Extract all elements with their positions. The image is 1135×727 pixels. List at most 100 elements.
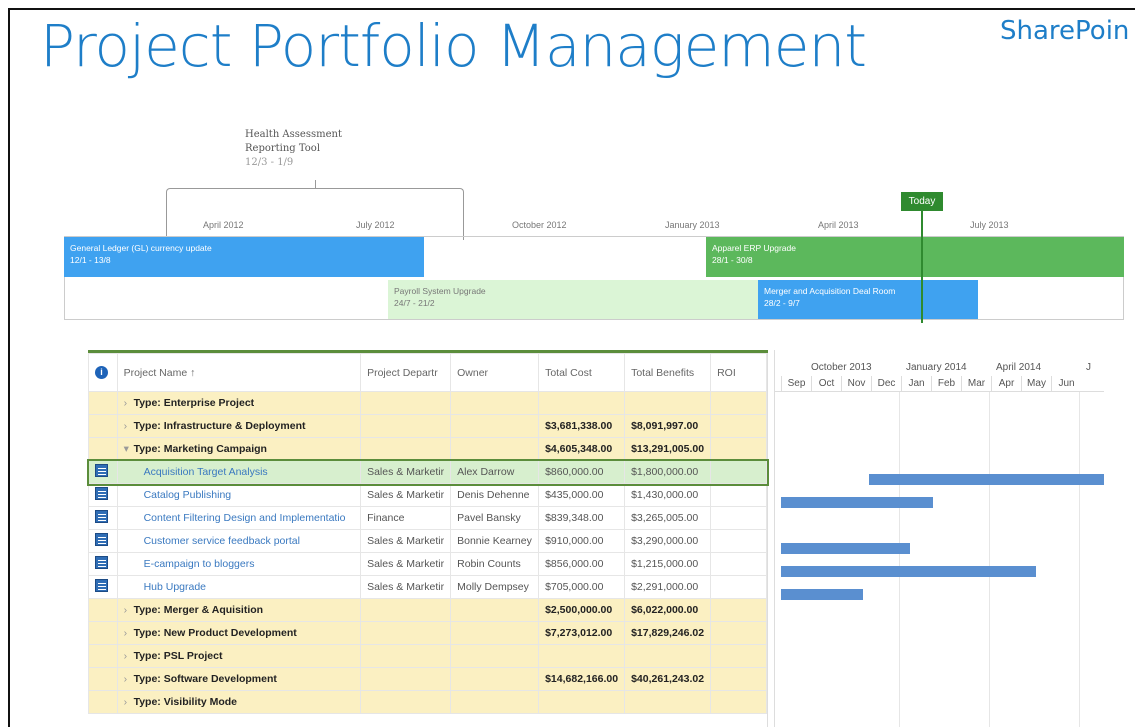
today-marker: Today: [901, 192, 943, 211]
owner-cell: Pavel Bansky: [450, 506, 540, 530]
group-row[interactable]: › Type: Software Development $14,682,166.0…: [88, 667, 767, 691]
project-name-cell[interactable]: E-campaign to bloggers: [116, 552, 362, 576]
total-cost-cell: $435,000.00: [538, 483, 626, 507]
cell-text: Content Filtering Design and Implementat…: [143, 512, 346, 524]
timeline-bar-dates: 24/7 - 21/2: [394, 298, 435, 308]
total-cost-cell: [538, 391, 626, 415]
total-benefits-cell: [624, 690, 712, 714]
group-row[interactable]: › Type: PSL Project: [88, 644, 767, 668]
timeline-callout[interactable]: Health Assessment Reporting Tool 12/3 - …: [245, 128, 342, 170]
owner-cell: Robin Counts: [450, 552, 540, 576]
row-icon-cell: [88, 391, 118, 415]
group-name-cell: › Type: Software Development: [116, 667, 362, 691]
total-cost-cell: [538, 644, 626, 668]
project-document-icon[interactable]: [95, 464, 108, 477]
gantt-bar-acquisition-target[interactable]: [869, 474, 1104, 485]
total-cost-cell: $2,500,000.00: [538, 598, 626, 622]
collapse-icon[interactable]: ▾: [124, 443, 134, 455]
gantt-gridline: [989, 392, 990, 727]
cell-text: Customer service feedback portal: [143, 535, 300, 547]
gantt-month-label: May: [1021, 376, 1051, 392]
roi-cell: [710, 506, 767, 530]
info-column-header[interactable]: i: [88, 353, 118, 392]
info-icon: i: [95, 366, 108, 379]
total-cost-cell: [538, 690, 626, 714]
row-icon-cell: [88, 460, 118, 484]
owner-cell: [450, 414, 540, 438]
expand-icon[interactable]: ›: [124, 627, 134, 639]
gantt-bar-e-campaign[interactable]: [781, 566, 1036, 577]
timeline-bar-label: General Ledger (GL) currency update: [70, 243, 212, 253]
project-name-cell[interactable]: Content Filtering Design and Implementat…: [116, 506, 362, 530]
group-row[interactable]: › Type: New Product Development $7,273,012…: [88, 621, 767, 645]
project-name-cell[interactable]: Catalog Publishing: [116, 483, 362, 507]
callout-title-line1: Health Assessment: [245, 129, 342, 140]
expand-icon[interactable]: ›: [124, 420, 134, 432]
table-row[interactable]: E-campaign to bloggers Sales & Marketir Ro…: [88, 552, 767, 576]
expand-icon[interactable]: ›: [124, 650, 134, 662]
expand-icon[interactable]: ›: [124, 604, 134, 616]
gantt-month-label: Mar: [961, 376, 991, 392]
group-row[interactable]: › Type: Merger & Aquisition $2,500,000.00 $…: [88, 598, 767, 622]
department-cell: [360, 667, 452, 691]
column-header-roi[interactable]: ROI: [710, 353, 767, 392]
project-document-icon[interactable]: [95, 510, 108, 523]
roi-cell: [710, 529, 767, 553]
roi-cell: [710, 414, 767, 438]
project-name-cell[interactable]: Hub Upgrade: [116, 575, 362, 599]
table-row[interactable]: Content Filtering Design and Implementat…: [88, 506, 767, 530]
gantt-month-label: Oct: [811, 376, 841, 392]
row-icon-cell: [88, 690, 118, 714]
project-document-icon[interactable]: [95, 556, 108, 569]
column-header-total-benefits[interactable]: Total Benefits: [624, 353, 712, 392]
row-icon-cell: [88, 506, 118, 530]
owner-cell: [450, 598, 540, 622]
column-header-department[interactable]: Project Departr: [360, 353, 452, 392]
gantt-bar-customer-service[interactable]: [781, 543, 910, 554]
roi-cell: [710, 621, 767, 645]
table-row[interactable]: Acquisition Target Analysis Sales & Marke…: [86, 458, 769, 486]
expand-icon[interactable]: ›: [124, 397, 134, 409]
column-header-total-cost[interactable]: Total Cost: [538, 353, 626, 392]
project-name-cell[interactable]: Customer service feedback portal: [116, 529, 362, 553]
row-icon-cell: [88, 621, 118, 645]
timeline-bar-gl-update[interactable]: General Ledger (GL) currency update 12/1…: [64, 237, 424, 277]
group-row[interactable]: › Type: Infrastructure & Deployment $3,681…: [88, 414, 767, 438]
project-name-cell[interactable]: Acquisition Target Analysis: [116, 460, 362, 484]
timeline-bar-payroll[interactable]: Payroll System Upgrade 24/7 - 21/2: [388, 280, 760, 319]
project-document-icon[interactable]: [95, 579, 108, 592]
total-cost-cell: $14,682,166.00: [538, 667, 626, 691]
total-benefits-cell: [624, 391, 712, 415]
gantt-bar-catalog-publishing[interactable]: [781, 497, 933, 508]
project-document-icon[interactable]: [95, 487, 108, 500]
gantt-month-header: Sep Oct Nov Dec Jan Feb Mar Apr May Jun: [775, 376, 1104, 392]
project-document-icon[interactable]: [95, 533, 108, 546]
row-icon-cell: [88, 598, 118, 622]
table-row[interactable]: Catalog Publishing Sales & Marketir Denis …: [88, 483, 767, 507]
gantt-month-label: Nov: [841, 376, 871, 392]
cell-text: Type: Visibility Mode: [133, 696, 238, 708]
column-header-owner[interactable]: Owner: [450, 353, 540, 392]
total-benefits-cell: $6,022,000.00: [624, 598, 712, 622]
gantt-gridline: [899, 392, 900, 727]
timeline-bar-label: Payroll System Upgrade: [394, 286, 486, 296]
gantt-gridline: [1079, 392, 1080, 727]
table-row[interactable]: Customer service feedback portal Sales & …: [88, 529, 767, 553]
group-row[interactable]: ▾ Type: Marketing Campaign $4,605,348.00 $1…: [88, 437, 767, 461]
group-row[interactable]: › Type: Enterprise Project: [88, 391, 767, 415]
timeline-month: January 2013: [665, 220, 720, 230]
sharepoint-logo: SharePoin: [1000, 16, 1130, 46]
group-row[interactable]: › Type: Visibility Mode: [88, 690, 767, 714]
expand-icon[interactable]: ›: [124, 673, 134, 685]
timeline-month: July 2012: [356, 220, 395, 230]
expand-icon[interactable]: ›: [124, 696, 134, 708]
roi-cell: [710, 667, 767, 691]
table-row[interactable]: Hub Upgrade Sales & Marketir Molly Dempsey…: [88, 575, 767, 599]
timeline-bar-apparel-erp[interactable]: Apparel ERP Upgrade 28/1 - 30/8: [706, 237, 1124, 277]
roi-cell: [710, 437, 767, 461]
gantt-bar-hub-upgrade[interactable]: [781, 589, 863, 600]
column-header-project-name[interactable]: Project Name ↑: [116, 353, 362, 392]
gantt-month-label: Apr: [991, 376, 1021, 392]
timeline-bar-merger[interactable]: Merger and Acquisition Deal Room 28/2 - …: [758, 280, 978, 319]
cell-text: Type: Infrastructure & Deployment: [133, 420, 306, 432]
